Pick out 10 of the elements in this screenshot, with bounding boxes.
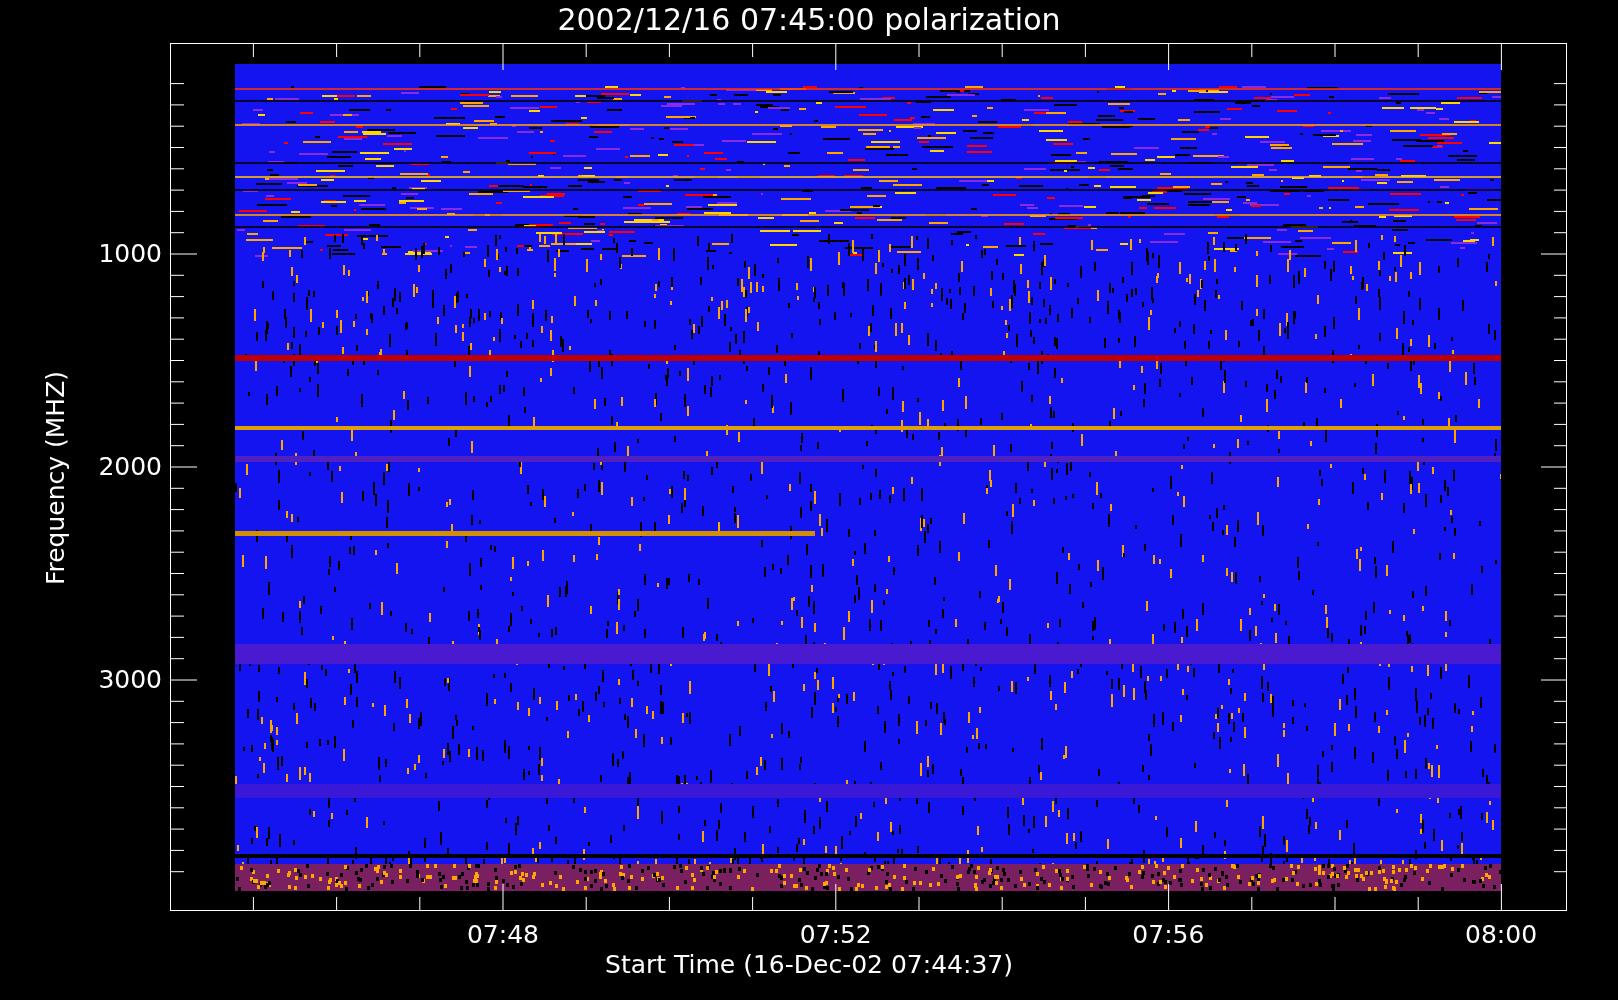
y-tick-label: 3000 [97, 665, 162, 695]
x-tick-label: 07:56 [1131, 920, 1206, 950]
y-tick-label: 2000 [97, 452, 162, 482]
chart-title: 2002/12/16 07:45:00 polarization [556, 2, 1062, 38]
y-tick-label: 1000 [97, 239, 162, 269]
x-tick-label: 08:00 [1464, 920, 1539, 950]
x-tick-label: 07:48 [465, 920, 540, 950]
x-axis-label: Start Time (16-Dec-02 07:44:37) [604, 950, 1014, 980]
x-tick-label: 07:52 [798, 920, 873, 950]
y-axis-label: Frequency (MHZ) [41, 369, 71, 588]
